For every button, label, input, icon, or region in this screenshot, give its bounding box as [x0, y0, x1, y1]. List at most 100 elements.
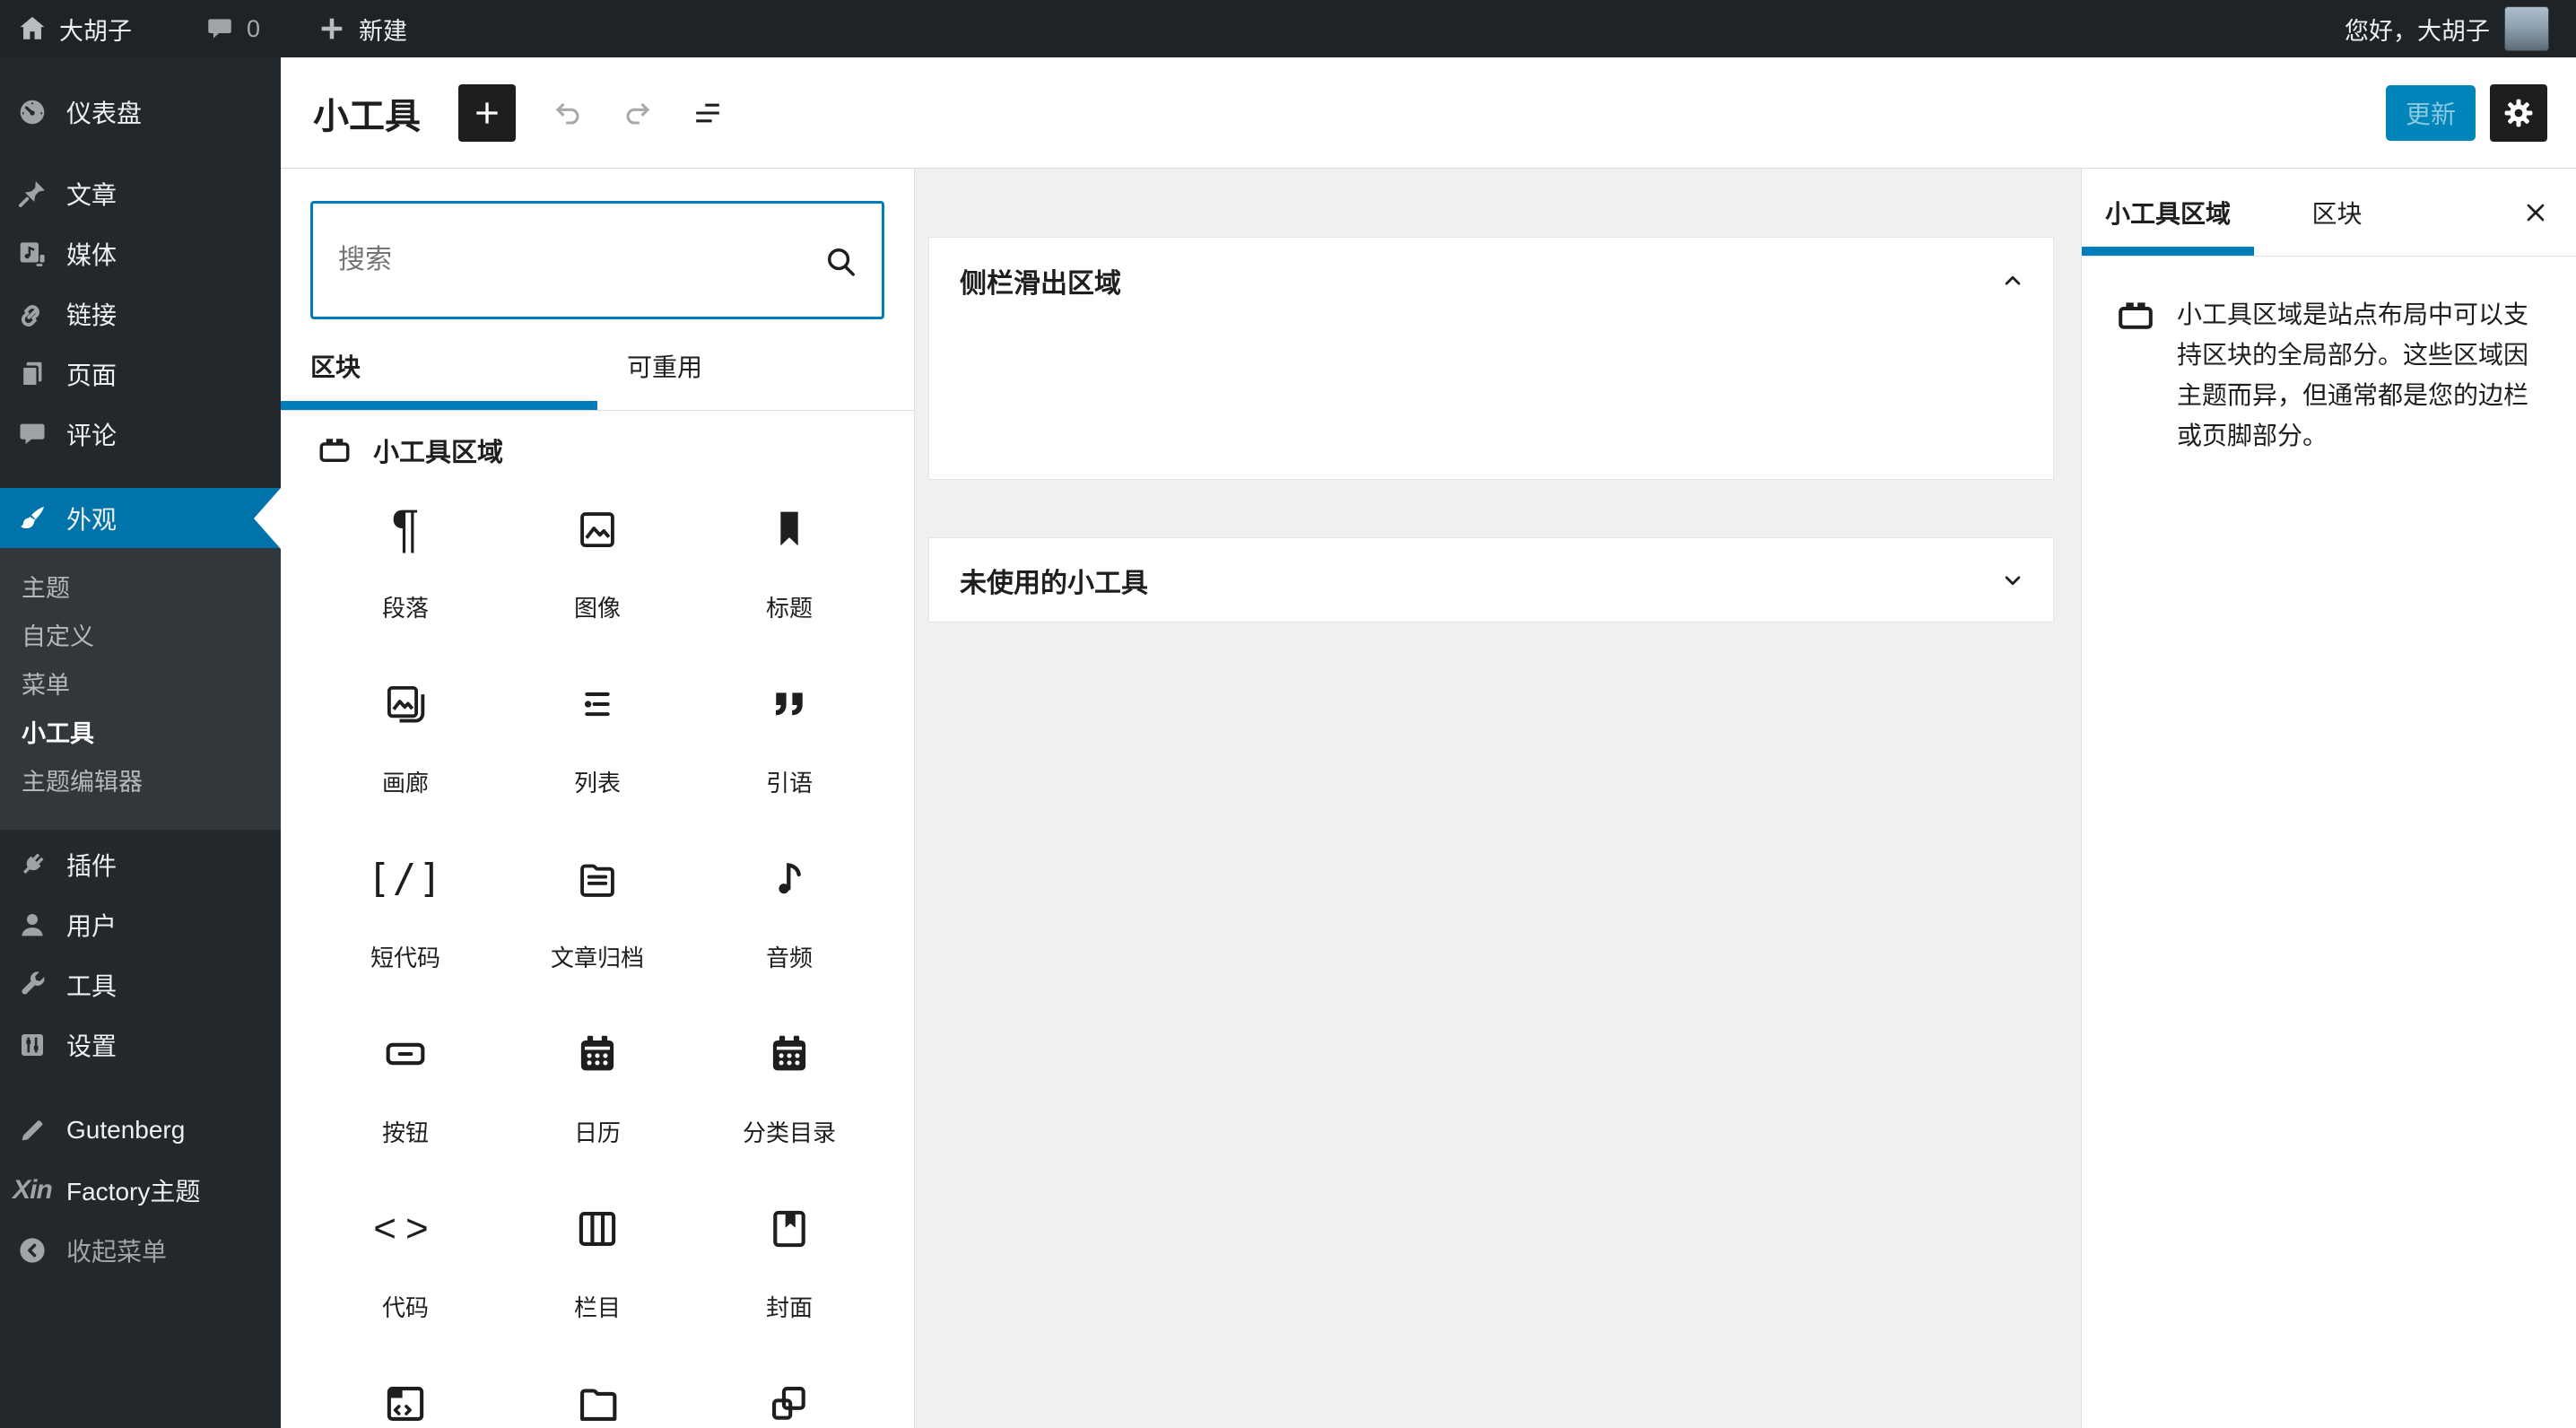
submenu-item-themes[interactable]: 主题: [0, 564, 281, 613]
block-paragraph[interactable]: ¶ 段落: [309, 486, 501, 661]
paragraph-icon: ¶: [391, 500, 420, 558]
inserter-tabs: 区块 可重用: [281, 321, 914, 411]
block-audio[interactable]: 音频: [693, 836, 885, 1011]
gallery-icon: [379, 672, 431, 736]
submenu-item-customize[interactable]: 自定义: [0, 613, 281, 661]
block-heading[interactable]: 标题: [693, 486, 885, 661]
sidebar-item-users[interactable]: 用户: [0, 894, 281, 954]
block-gallery[interactable]: 画廊: [309, 661, 501, 836]
block-archives[interactable]: 文章归档: [501, 836, 693, 1011]
admin-bar-comments[interactable]: 0: [187, 0, 274, 57]
block-file[interactable]: [501, 1361, 693, 1428]
dashboard-icon: [14, 94, 50, 130]
undo-icon: [555, 102, 579, 125]
block-cover[interactable]: 封面: [693, 1186, 885, 1361]
chevron-up-icon[interactable]: [1999, 267, 2026, 294]
chevron-down-icon[interactable]: [1999, 567, 2026, 594]
submenu-item-widgets[interactable]: 小工具: [0, 710, 281, 758]
add-block-button[interactable]: [458, 83, 516, 142]
admin-bar-account[interactable]: 您好，大胡子: [2330, 0, 2576, 57]
sidebar-item-plugins[interactable]: 插件: [0, 834, 281, 894]
sidebar-item-label: 页面: [66, 361, 117, 389]
tab-reusable[interactable]: 可重用: [597, 321, 914, 410]
block-quote[interactable]: 引语: [693, 661, 885, 836]
widget-area-icon: [2114, 294, 2157, 456]
settings-toggle-button[interactable]: [2490, 83, 2547, 142]
folder-icon: [571, 1371, 623, 1428]
block-calendar[interactable]: 日历: [501, 1011, 693, 1186]
widget-areas-description: 小工具区域是站点布局中可以支持区块的全局部分。这些区域因主题而异，但通常都是您的…: [2082, 257, 2576, 456]
sidebar-item-label: 链接: [66, 300, 117, 329]
list-view-button[interactable]: [679, 84, 736, 142]
plus-icon: [314, 11, 350, 47]
redo-button[interactable]: [609, 84, 666, 142]
search-box: [310, 201, 884, 319]
settings-sidebar: 小工具区域 区块 小工具区域是站点布局中可以支持区块的全局部分。这些区域因主题而…: [2081, 169, 2576, 1428]
sliders-icon: [14, 1027, 50, 1063]
close-icon: [2527, 204, 2545, 221]
pencil-icon: [14, 1112, 50, 1148]
sidebar-item-appearance[interactable]: 外观: [0, 487, 281, 549]
submenu-item-theme-editor[interactable]: 主题编辑器: [0, 758, 281, 806]
list-icon: [571, 672, 623, 736]
widget-area-title: 侧栏滑出区域: [960, 269, 1121, 299]
block-button[interactable]: 按钮: [309, 1011, 501, 1186]
sidebar-item-gutenberg[interactable]: Gutenberg: [0, 1100, 281, 1160]
update-button[interactable]: 更新: [2385, 84, 2476, 141]
sidebar-item-collapse-menu[interactable]: 收起菜单: [0, 1220, 281, 1280]
sidebar-item-comments[interactable]: 评论: [0, 404, 281, 464]
custom-html-icon: [379, 1371, 431, 1428]
plus-icon: [476, 101, 498, 124]
sidebar-item-media[interactable]: 媒体: [0, 223, 281, 283]
widget-area-header[interactable]: 未使用的小工具: [929, 538, 2053, 622]
block-code[interactable]: <> 代码: [309, 1186, 501, 1361]
avatar: [2504, 6, 2549, 51]
sidebar-item-posts[interactable]: 文章: [0, 163, 281, 223]
widget-area-body[interactable]: [929, 324, 2053, 481]
block-list[interactable]: 列表: [501, 661, 693, 836]
archives-icon: [571, 847, 623, 911]
columns-icon: [571, 1197, 623, 1261]
block-embed[interactable]: [693, 1361, 885, 1428]
tab-widget-areas[interactable]: 小工具区域: [2082, 169, 2255, 256]
sidebar-item-tools[interactable]: 工具: [0, 954, 281, 1014]
sidebar-item-label: 设置: [66, 1032, 117, 1060]
widget-area-sidebar-slideout: 侧栏滑出区域: [928, 237, 2054, 480]
sidebar-item-pages[interactable]: 页面: [0, 344, 281, 404]
admin-bar-new[interactable]: 新建: [300, 0, 422, 57]
undo-button[interactable]: [539, 84, 596, 142]
widget-area-inactive: 未使用的小工具: [928, 537, 2054, 623]
search-input[interactable]: [310, 201, 884, 319]
tab-blocks[interactable]: 区块: [281, 321, 597, 410]
block-custom-html[interactable]: [309, 1361, 501, 1428]
block-shortcode[interactable]: [/] 短代码: [309, 836, 501, 1011]
collapse-icon: [14, 1232, 50, 1268]
redo-icon: [626, 102, 650, 125]
cover-icon: [763, 1197, 815, 1261]
widget-area-header[interactable]: 侧栏滑出区域: [929, 238, 2053, 324]
wrench-icon: [14, 967, 50, 1003]
sidebar-item-xin-factory-theme[interactable]: Xin Factory主题: [0, 1160, 281, 1220]
block-image[interactable]: 图像: [501, 486, 693, 661]
block-columns[interactable]: 栏目: [501, 1186, 693, 1361]
appearance-submenu: 主题 自定义 菜单 小工具 主题编辑器: [0, 548, 281, 830]
sidebar-item-label: 插件: [66, 851, 117, 880]
sidebar-item-label: Factory主题: [66, 1177, 201, 1206]
sidebar-item-dashboard[interactable]: 仪表盘: [0, 82, 281, 142]
calendar-icon: [571, 1022, 623, 1086]
pin-icon: [14, 176, 50, 212]
admin-bar-site-menu[interactable]: 大胡子: [0, 0, 146, 57]
shortcode-icon: [/]: [367, 856, 444, 901]
gear-icon: [2504, 99, 2533, 126]
submenu-item-menus[interactable]: 菜单: [0, 661, 281, 710]
block-grid: ¶ 段落 图像 标题 画廊 列表 引语 [/] 短代码 文章归档 音频 按钮 日…: [281, 472, 914, 1428]
close-sidebar-button[interactable]: [2495, 169, 2576, 256]
sidebar-item-settings[interactable]: 设置: [0, 1014, 281, 1075]
sidebar-item-label: 仪表盘: [66, 99, 143, 127]
admin-bar: 大胡子 0 新建 您好，大胡子: [0, 0, 2576, 57]
sidebar-item-label: 用户: [66, 911, 117, 940]
tab-block[interactable]: 区块: [2254, 169, 2420, 256]
code-icon: <>: [373, 1206, 438, 1250]
sidebar-item-links[interactable]: 链接: [0, 283, 281, 344]
block-categories[interactable]: 分类目录: [693, 1011, 885, 1186]
